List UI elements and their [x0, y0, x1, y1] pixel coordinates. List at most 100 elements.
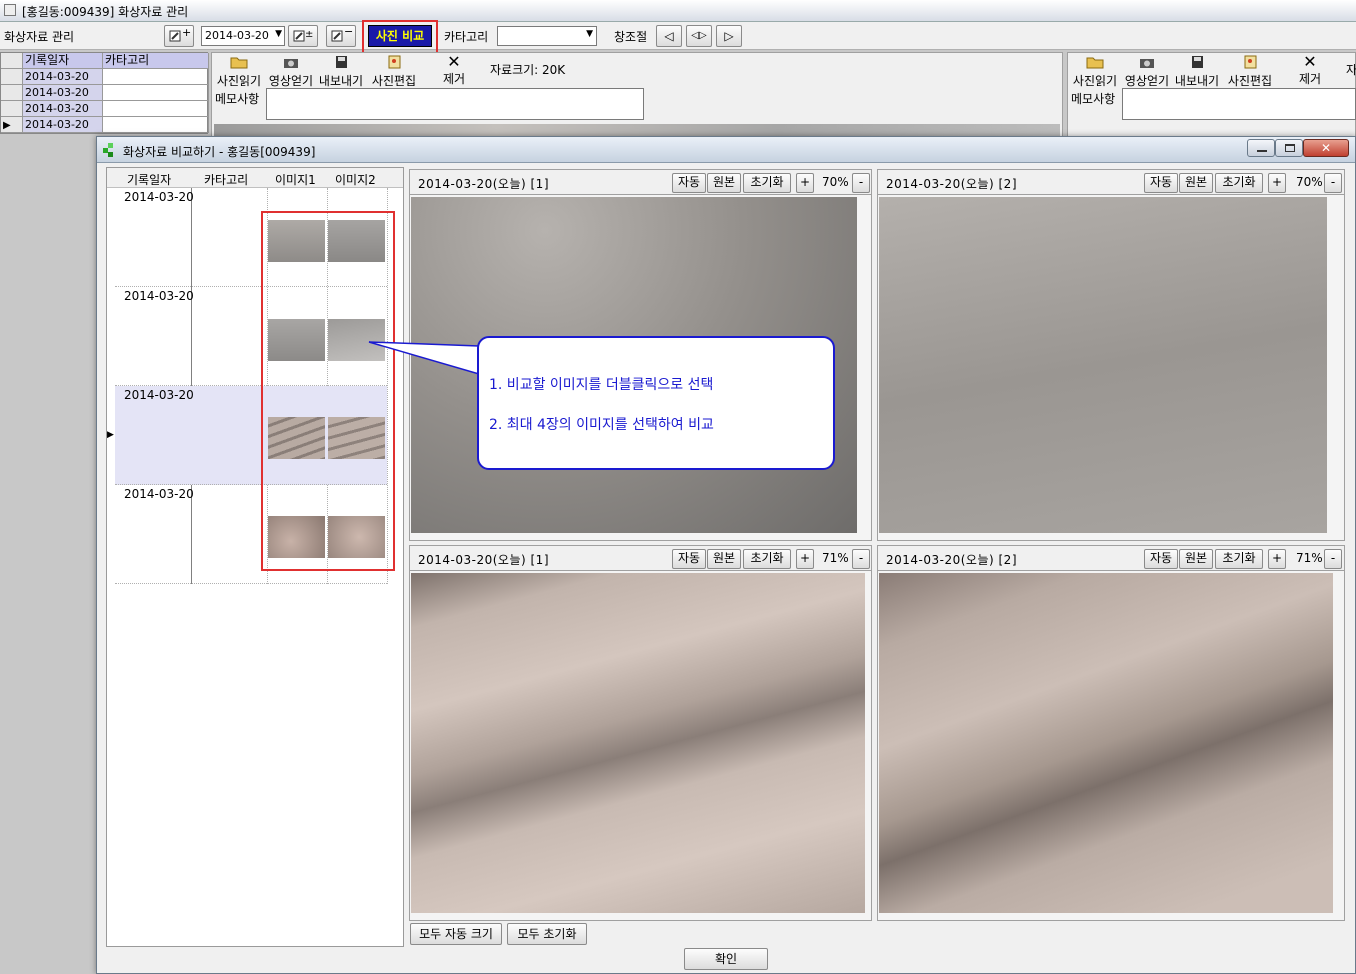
- zoom-in-button[interactable]: +: [796, 173, 814, 193]
- list-header-category[interactable]: 카타고리: [204, 171, 248, 188]
- original-size-button[interactable]: 원본: [707, 549, 741, 569]
- auto-size-button[interactable]: 자동: [1144, 173, 1178, 193]
- delete-record-button[interactable]: −: [326, 25, 356, 47]
- compare-image[interactable]: [879, 197, 1327, 533]
- all-reset-button[interactable]: 모두 초기화: [507, 923, 587, 945]
- zoom-out-button[interactable]: -: [852, 549, 870, 569]
- original-size-button[interactable]: 원본: [1179, 549, 1213, 569]
- table-row-category[interactable]: [103, 117, 209, 133]
- adjust-left-button[interactable]: ◁: [656, 25, 682, 47]
- pencil-edit-icon: ±: [293, 29, 313, 42]
- list-item-date: 2014-03-20: [124, 388, 194, 402]
- row-indicator: [1, 69, 23, 85]
- row-indicator-current: ▶: [1, 117, 23, 133]
- pencil-remove-icon: −: [331, 25, 353, 42]
- auto-size-button[interactable]: 자동: [672, 549, 706, 569]
- panel-header: 2014-03-20(오늘) [2] 자동 원본 초기화 + 70% -: [878, 170, 1344, 195]
- table-row-category[interactable]: [103, 69, 209, 85]
- floppy-disk-icon: [1192, 56, 1203, 68]
- auto-size-button[interactable]: 자동: [1144, 549, 1178, 569]
- load-photo-tool[interactable]: 사진읽기: [1070, 55, 1120, 89]
- close-icon: ✕: [1320, 141, 1332, 155]
- main-title: [홍길동:009439] 화상자료 관리: [22, 5, 189, 19]
- compare-panel-4: 2014-03-20(오늘) [2] 자동 원본 초기화 + 71% -: [877, 545, 1345, 921]
- zoom-in-button[interactable]: +: [1268, 549, 1286, 569]
- list-header-image1[interactable]: 이미지1: [275, 171, 316, 188]
- remove-tool[interactable]: ✕ 제거: [1290, 54, 1330, 87]
- auto-size-button[interactable]: 자동: [672, 173, 706, 193]
- original-size-button[interactable]: 원본: [707, 173, 741, 193]
- compare-panel-2: 2014-03-20(오늘) [2] 자동 원본 초기화 + 70% -: [877, 169, 1345, 541]
- table-row-category[interactable]: [103, 85, 209, 101]
- table-row[interactable]: 2014-03-20: [23, 69, 103, 85]
- list-header-image2[interactable]: 이미지2: [335, 171, 376, 188]
- zoom-out-button[interactable]: -: [1324, 549, 1342, 569]
- capture-video-tool[interactable]: 영상얻기: [266, 55, 316, 89]
- dialog-close-button[interactable]: ✕: [1303, 139, 1349, 157]
- table-row[interactable]: 2014-03-20: [23, 117, 103, 133]
- compare-image[interactable]: [411, 573, 865, 913]
- zoom-in-button[interactable]: +: [796, 549, 814, 569]
- callout-pointer: [368, 341, 480, 375]
- add-record-button[interactable]: +: [164, 25, 194, 47]
- section-label: 화상자료 관리: [4, 30, 75, 44]
- export-tool[interactable]: 내보내기: [1172, 55, 1222, 89]
- date-select[interactable]: 2014-03-20 ▼: [201, 26, 285, 46]
- table-row[interactable]: 2014-03-20: [23, 85, 103, 101]
- grid-header-date[interactable]: 기록일자: [23, 53, 103, 69]
- list-item-date: 2014-03-20: [124, 487, 194, 501]
- data-size-label: 자료크기: 20K: [490, 63, 566, 77]
- window-adjust-label: 창조절: [614, 30, 648, 44]
- load-photo-tool[interactable]: 사진읽기: [214, 55, 264, 89]
- grid-header-category[interactable]: 카타고리: [103, 53, 209, 69]
- callout-box: 1. 비교할 이미지를 더블클릭으로 선택 2. 최대 4장의 이미지를 선택하…: [477, 336, 835, 470]
- dialog-maximize-button[interactable]: [1275, 139, 1303, 157]
- reset-button[interactable]: 초기화: [1215, 173, 1263, 193]
- edit-photo-tool[interactable]: 사진편집: [1224, 55, 1276, 89]
- floppy-disk-icon: [336, 56, 347, 68]
- row-indicator-header: [1, 53, 23, 69]
- memo-label: 메모사항: [1071, 92, 1116, 106]
- zoom-level: 70%: [1296, 175, 1323, 189]
- dialog-minimize-button[interactable]: [1247, 139, 1275, 157]
- compare-dialog: 화상자료 비교하기 - 홍길동[009439] ✕ 기록일자 카타고리 이미지1…: [96, 136, 1356, 974]
- list-header-date[interactable]: 기록일자: [127, 171, 171, 188]
- zoom-out-button[interactable]: -: [1324, 173, 1342, 193]
- list-header: 기록일자 카타고리 이미지1 이미지2: [107, 168, 403, 188]
- edit-record-button[interactable]: ±: [288, 25, 318, 47]
- zoom-level: 70%: [822, 175, 849, 189]
- zoom-out-button[interactable]: -: [852, 173, 870, 193]
- reset-button[interactable]: 초기화: [1215, 549, 1263, 569]
- memo-textarea[interactable]: [266, 88, 644, 120]
- panel-title: 2014-03-20(오늘) [1]: [418, 177, 549, 191]
- compare-photos-button[interactable]: 사진 비교: [368, 25, 432, 47]
- export-tool[interactable]: 내보내기: [316, 55, 366, 89]
- reset-button[interactable]: 초기화: [743, 549, 791, 569]
- photo-edit-icon: [1244, 55, 1257, 69]
- adjust-both-button[interactable]: ◁▷: [686, 25, 712, 47]
- remove-tool[interactable]: ✕ 제거: [434, 54, 474, 87]
- app-logo-icon: [103, 143, 113, 157]
- category-select[interactable]: ▼: [497, 26, 597, 46]
- all-auto-size-button[interactable]: 모두 자동 크기: [410, 923, 502, 945]
- panel-header: 2014-03-20(오늘) [1] 자동 원본 초기화 + 71% -: [410, 546, 871, 571]
- reset-button[interactable]: 초기화: [743, 173, 791, 193]
- svg-text:±: ±: [305, 29, 313, 40]
- panel-header: 2014-03-20(오늘) [2] 자동 원본 초기화 + 71% -: [878, 546, 1344, 571]
- capture-video-tool[interactable]: 영상얻기: [1122, 55, 1172, 89]
- chevron-down-icon: ▼: [586, 29, 593, 39]
- edit-photo-tool[interactable]: 사진편집: [368, 55, 420, 89]
- zoom-level: 71%: [1296, 551, 1323, 565]
- dialog-title-bar: 화상자료 비교하기 - 홍길동[009439] ✕: [97, 137, 1355, 163]
- zoom-in-button[interactable]: +: [1268, 173, 1286, 193]
- camera-icon: [1140, 59, 1154, 68]
- memo-textarea[interactable]: [1122, 88, 1356, 120]
- triangle-left-icon: ◁: [664, 29, 674, 43]
- compare-image[interactable]: [879, 573, 1333, 913]
- adjust-right-button[interactable]: ▷: [716, 25, 742, 47]
- ok-button[interactable]: 확인: [684, 948, 768, 970]
- panel-header: 2014-03-20(오늘) [1] 자동 원본 초기화 + 70% -: [410, 170, 871, 195]
- table-row[interactable]: 2014-03-20: [23, 101, 103, 117]
- table-row-category[interactable]: [103, 101, 209, 117]
- original-size-button[interactable]: 원본: [1179, 173, 1213, 193]
